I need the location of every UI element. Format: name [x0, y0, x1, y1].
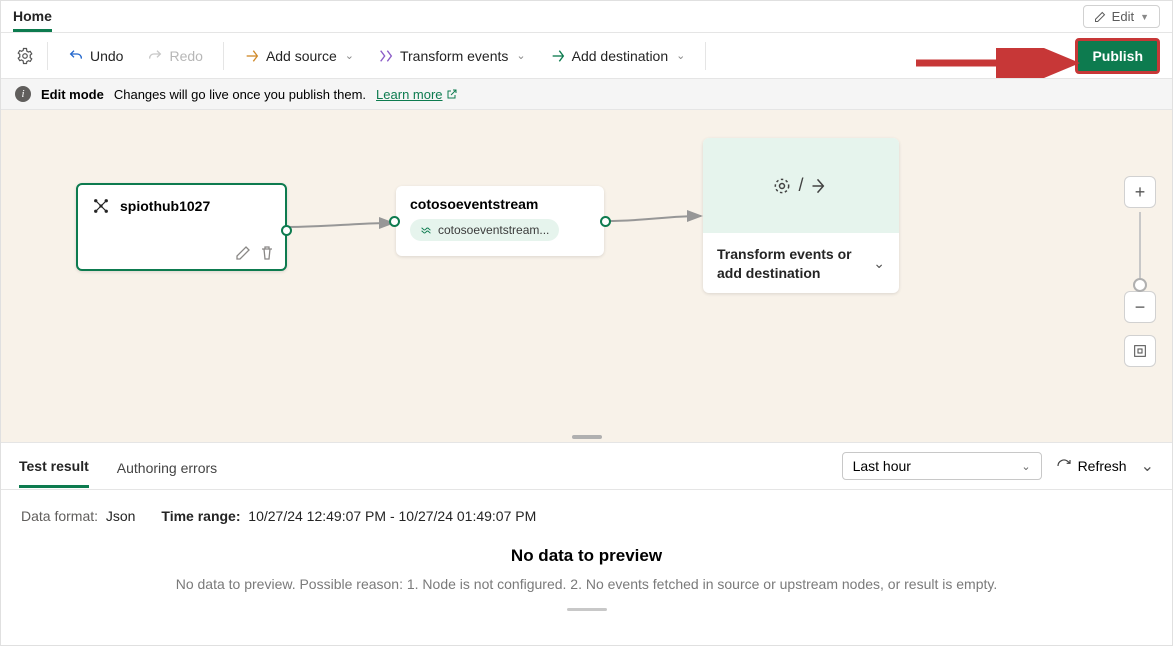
fit-icon — [1132, 343, 1148, 359]
chevron-down-icon: ⌄ — [516, 49, 525, 62]
stream-chip-label: cotosoeventstream... — [438, 223, 549, 237]
tab-home[interactable]: Home — [13, 2, 52, 32]
refresh-label: Refresh — [1078, 458, 1127, 474]
destination-icon — [550, 48, 566, 64]
fit-to-screen-button[interactable] — [1124, 335, 1156, 367]
chevron-down-icon: ⌄ — [676, 49, 685, 62]
time-range-label: Time range: — [161, 508, 240, 524]
transform-label: Transform events — [400, 48, 508, 64]
add-destination-label: Add destination — [572, 48, 669, 64]
no-data-title: No data to preview — [21, 546, 1152, 566]
time-range-select[interactable]: Last hour ⌄ — [842, 452, 1042, 480]
output-port[interactable] — [281, 225, 292, 236]
add-destination-button[interactable]: Add destination ⌄ — [540, 42, 696, 70]
stream-icon — [420, 224, 432, 236]
zoom-out-button[interactable]: − — [1124, 291, 1156, 323]
transform-icon — [378, 48, 394, 64]
stream-node-title: cotosoeventstream — [410, 196, 590, 212]
output-port[interactable] — [600, 216, 611, 227]
undo-icon — [68, 48, 84, 64]
divider — [47, 42, 48, 70]
refresh-icon — [1056, 458, 1072, 474]
undo-label: Undo — [90, 48, 123, 64]
destination-placeholder-icon — [810, 176, 830, 196]
delete-node-icon[interactable] — [259, 245, 275, 261]
chevron-down-icon: ⌄ — [345, 49, 354, 62]
edit-menu-label: Edit — [1112, 9, 1134, 24]
no-data-reason: No data to preview. Possible reason: 1. … — [21, 576, 1152, 592]
zoom-slider-thumb[interactable] — [1133, 278, 1147, 292]
panel-resize-handle[interactable] — [572, 435, 602, 439]
info-icon: i — [15, 86, 31, 102]
chevron-down-icon[interactable]: ⌄ — [1141, 456, 1154, 476]
data-format-value: Json — [106, 508, 136, 524]
edit-node-icon[interactable] — [235, 245, 251, 261]
tab-authoring-errors[interactable]: Authoring errors — [117, 446, 217, 487]
source-node[interactable]: spiothub1027 — [76, 183, 287, 271]
destination-node-label: Transform events or add destination — [717, 245, 873, 283]
divider — [705, 42, 706, 70]
zoom-in-button[interactable]: + — [1124, 176, 1156, 208]
stream-chip[interactable]: cotosoeventstream... — [410, 219, 559, 241]
external-link-icon — [446, 88, 458, 100]
time-range-value: Last hour — [853, 458, 911, 474]
connector-line — [606, 212, 706, 226]
redo-label: Redo — [169, 48, 202, 64]
destination-node[interactable]: / Transform events or add destination ⌄ — [703, 138, 899, 293]
data-format-label: Data format: — [21, 508, 98, 524]
caret-down-icon: ▼ — [1140, 12, 1149, 22]
gear-icon — [16, 47, 34, 65]
chevron-down-icon: ⌄ — [1021, 460, 1030, 473]
transform-events-button[interactable]: Transform events ⌄ — [368, 42, 536, 70]
result-panel: Data format: Json Time range: 10/27/24 1… — [1, 490, 1172, 621]
redo-button[interactable]: Redo — [137, 42, 212, 70]
divider — [223, 42, 224, 70]
pencil-icon — [1094, 11, 1106, 23]
learn-more-link[interactable]: Learn more — [376, 87, 457, 102]
destination-placeholder-icons: / — [703, 138, 899, 233]
refresh-button[interactable]: Refresh — [1056, 458, 1127, 474]
chevron-down-icon[interactable]: ⌄ — [873, 255, 885, 272]
connector-line — [287, 220, 397, 234]
source-icon — [244, 48, 260, 64]
info-message: Changes will go live once you publish th… — [114, 87, 366, 102]
redo-icon — [147, 48, 163, 64]
settings-button[interactable] — [13, 44, 37, 68]
transform-placeholder-icon — [772, 176, 792, 196]
publish-button[interactable]: Publish — [1075, 38, 1160, 74]
source-node-title: spiothub1027 — [120, 198, 210, 214]
add-source-button[interactable]: Add source ⌄ — [234, 42, 364, 70]
flow-canvas[interactable]: spiothub1027 cotosoeventstream cotosoeve… — [1, 110, 1172, 442]
info-bar: i Edit mode Changes will go live once yo… — [1, 79, 1172, 110]
add-source-label: Add source — [266, 48, 337, 64]
learn-more-label: Learn more — [376, 87, 442, 102]
edit-menu-button[interactable]: Edit ▼ — [1083, 5, 1160, 28]
panel-resize-handle[interactable] — [567, 608, 607, 611]
iot-hub-icon — [92, 197, 110, 215]
time-range-value-text: 10/27/24 12:49:07 PM - 10/27/24 01:49:07… — [248, 508, 536, 524]
undo-button[interactable]: Undo — [58, 42, 133, 70]
input-port[interactable] — [389, 216, 400, 227]
stream-node[interactable]: cotosoeventstream cotosoeventstream... — [396, 186, 604, 256]
tab-test-result[interactable]: Test result — [19, 444, 89, 488]
info-mode: Edit mode — [41, 87, 104, 102]
zoom-slider-track[interactable] — [1139, 212, 1141, 287]
